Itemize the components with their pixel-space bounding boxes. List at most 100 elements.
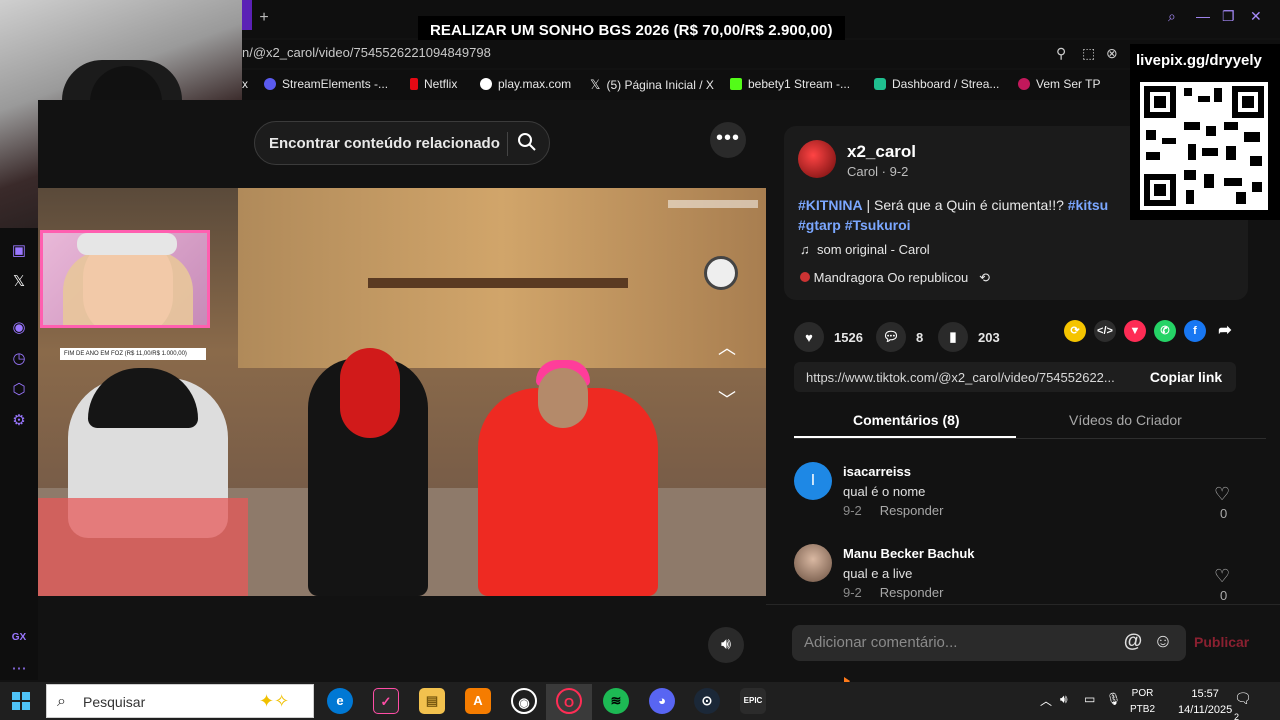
- bookmark-item[interactable]: Netflix: [410, 77, 457, 91]
- bookmark-label: bebety1 Stream -...: [748, 77, 851, 91]
- tab-creator-videos[interactable]: Vídeos do Criador: [1069, 412, 1182, 428]
- facebook-icon[interactable]: f: [1184, 320, 1206, 342]
- settings-icon[interactable]: ⚙: [10, 412, 28, 430]
- gx-icon[interactable]: GX: [10, 629, 28, 647]
- bookmark-item[interactable]: Dashboard / Strea...: [874, 77, 999, 91]
- bookmark-icon: ▮: [938, 322, 968, 352]
- commenter-name[interactable]: Manu Becker Bachuk: [843, 546, 975, 561]
- comment-meta: 9-2 Responder: [843, 585, 943, 600]
- hashtag[interactable]: #KITNINA: [798, 197, 863, 213]
- pin-icon[interactable]: ⚲: [1056, 45, 1066, 62]
- extensions-icon[interactable]: ⬡: [10, 381, 28, 399]
- comment-date: 9-2: [843, 503, 862, 518]
- extension-icon[interactable]: ⊗: [1106, 45, 1118, 62]
- twitch-icon[interactable]: ▣: [10, 242, 28, 260]
- comment-like-count: 0: [1220, 506, 1228, 521]
- commenter-name[interactable]: isacarreiss: [843, 464, 911, 479]
- comment-like-heart-icon[interactable]: ♡: [1214, 566, 1230, 587]
- taskbar-search[interactable]: ⌕ Pesquisar ✦✧: [46, 684, 314, 718]
- author-avatar[interactable]: [798, 140, 836, 178]
- bookmark-item[interactable]: x: [242, 77, 248, 91]
- comment-text: qual é o nome: [843, 484, 926, 499]
- taskbar-clock[interactable]: 15:57 14/11/2025: [1178, 686, 1232, 718]
- steam-icon[interactable]: ⊙: [694, 688, 720, 714]
- hashtag[interactable]: #Tsukuroi: [845, 217, 911, 233]
- whatsapp-icon[interactable]: ✆: [1154, 320, 1176, 342]
- repost-share-icon[interactable]: ⟳: [1064, 320, 1086, 342]
- app-icon[interactable]: A: [465, 688, 491, 714]
- edge-icon[interactable]: e: [327, 688, 353, 714]
- comment-item: I isacarreiss qual é o nome 9-2 Responder…: [794, 462, 1244, 522]
- share-arrow-icon[interactable]: ➦: [1214, 320, 1236, 342]
- comment-meta: 9-2 Responder: [843, 503, 943, 518]
- reply-button[interactable]: Responder: [880, 503, 944, 518]
- bookmark-label: Netflix: [424, 77, 458, 91]
- related-search-button[interactable]: Encontrar conteúdo relacionado: [254, 121, 550, 165]
- volume-button[interactable]: 🔊︎: [708, 627, 744, 663]
- max-icon: [480, 78, 492, 90]
- epic-games-icon[interactable]: EPIC: [740, 688, 766, 714]
- tray-chevron-icon[interactable]: ︿: [1040, 692, 1052, 709]
- save-count: 203: [978, 329, 1000, 345]
- reply-button[interactable]: Responder: [880, 585, 944, 600]
- more-options-button[interactable]: •••: [710, 122, 746, 158]
- sound-link[interactable]: ♫ som original - Carol: [800, 242, 930, 257]
- share-link-url[interactable]: https://www.tiktok.com/@x2_carol/video/7…: [806, 370, 1115, 385]
- new-tab-button[interactable]: +: [254, 8, 274, 28]
- player-icon[interactable]: ◉: [10, 319, 28, 337]
- bookmark-label: StreamElements -...: [282, 77, 389, 91]
- volume-tray-icon[interactable]: 🔊︎: [1060, 692, 1068, 707]
- x-icon[interactable]: 𝕏: [10, 273, 28, 291]
- send-to-friends-icon[interactable]: ▼: [1124, 320, 1146, 342]
- app-icon[interactable]: ✓: [373, 688, 399, 714]
- search-icon[interactable]: ⌕: [1168, 8, 1176, 25]
- publish-button[interactable]: Publicar: [1194, 634, 1249, 650]
- opera-gx-icon[interactable]: O: [556, 688, 582, 714]
- comment-placeholder: Adicionar comentário...: [804, 634, 958, 651]
- discord-icon[interactable]: ◕: [649, 688, 675, 714]
- restore-icon[interactable]: ❐: [1222, 8, 1235, 25]
- language-indicator[interactable]: POR PTB2: [1130, 686, 1155, 718]
- screenshot-icon[interactable]: ⬚: [1082, 45, 1095, 62]
- embed-icon[interactable]: </>: [1094, 320, 1116, 342]
- url-text[interactable]: n/@x2_carol/video/7545526221094849798: [242, 45, 491, 60]
- speaker-icon: 🔊︎: [720, 636, 732, 653]
- history-icon[interactable]: ◷: [10, 350, 28, 368]
- notifications-icon[interactable]: 🗨︎2: [1234, 690, 1256, 720]
- hashtag[interactable]: #gtarp: [798, 217, 841, 233]
- minimize-icon[interactable]: —: [1196, 8, 1210, 24]
- previous-video-button[interactable]: ︿: [716, 334, 738, 358]
- author-name[interactable]: x2_carol: [847, 142, 916, 162]
- bookmark-item[interactable]: StreamElements -...: [264, 77, 388, 91]
- mic-tray-icon[interactable]: 🎙︎: [1106, 692, 1121, 706]
- hashtag[interactable]: #kitsu: [1068, 197, 1108, 213]
- mention-at-icon[interactable]: @: [1122, 631, 1144, 653]
- spotify-icon[interactable]: ≋: [603, 688, 629, 714]
- bookmark-item[interactable]: Vem Ser TP: [1018, 77, 1100, 91]
- windows-start-icon[interactable]: [12, 692, 30, 710]
- next-video-button[interactable]: ﹀: [716, 386, 738, 410]
- lang-layout: PTB2: [1130, 704, 1156, 715]
- more-icon[interactable]: ⋯: [10, 660, 28, 678]
- comment-like-count: 0: [1220, 588, 1228, 603]
- commenter-avatar[interactable]: I: [794, 462, 832, 500]
- bookmark-item[interactable]: play.max.com: [480, 77, 571, 91]
- comment-text: qual e a live: [843, 566, 913, 581]
- commenter-avatar[interactable]: [794, 544, 832, 582]
- emoji-icon[interactable]: ☺: [1152, 631, 1174, 653]
- tab-comments[interactable]: Comentários (8): [853, 412, 960, 428]
- bookmark-item[interactable]: bebety1 Stream -...: [730, 77, 850, 91]
- obs-icon[interactable]: ◉: [511, 688, 537, 714]
- file-explorer-icon[interactable]: ▤: [419, 688, 445, 714]
- save-button[interactable]: ▮ 203: [938, 322, 1000, 352]
- browser-sidebar: [0, 228, 38, 680]
- display-tray-icon[interactable]: ▭: [1084, 692, 1095, 706]
- bookmark-item[interactable]: 𝕏 (5) Página Inicial / X: [590, 77, 714, 93]
- close-icon[interactable]: ✕: [1250, 8, 1262, 25]
- comment-button[interactable]: 💬︎ 8: [876, 322, 923, 352]
- copy-link-button[interactable]: Copiar link: [1136, 362, 1236, 392]
- like-button[interactable]: ♥ 1526: [794, 322, 863, 352]
- comment-like-heart-icon[interactable]: ♡: [1214, 484, 1230, 505]
- author-subtitle: Carol · 9-2: [847, 164, 909, 179]
- tab-divider: [794, 438, 1266, 439]
